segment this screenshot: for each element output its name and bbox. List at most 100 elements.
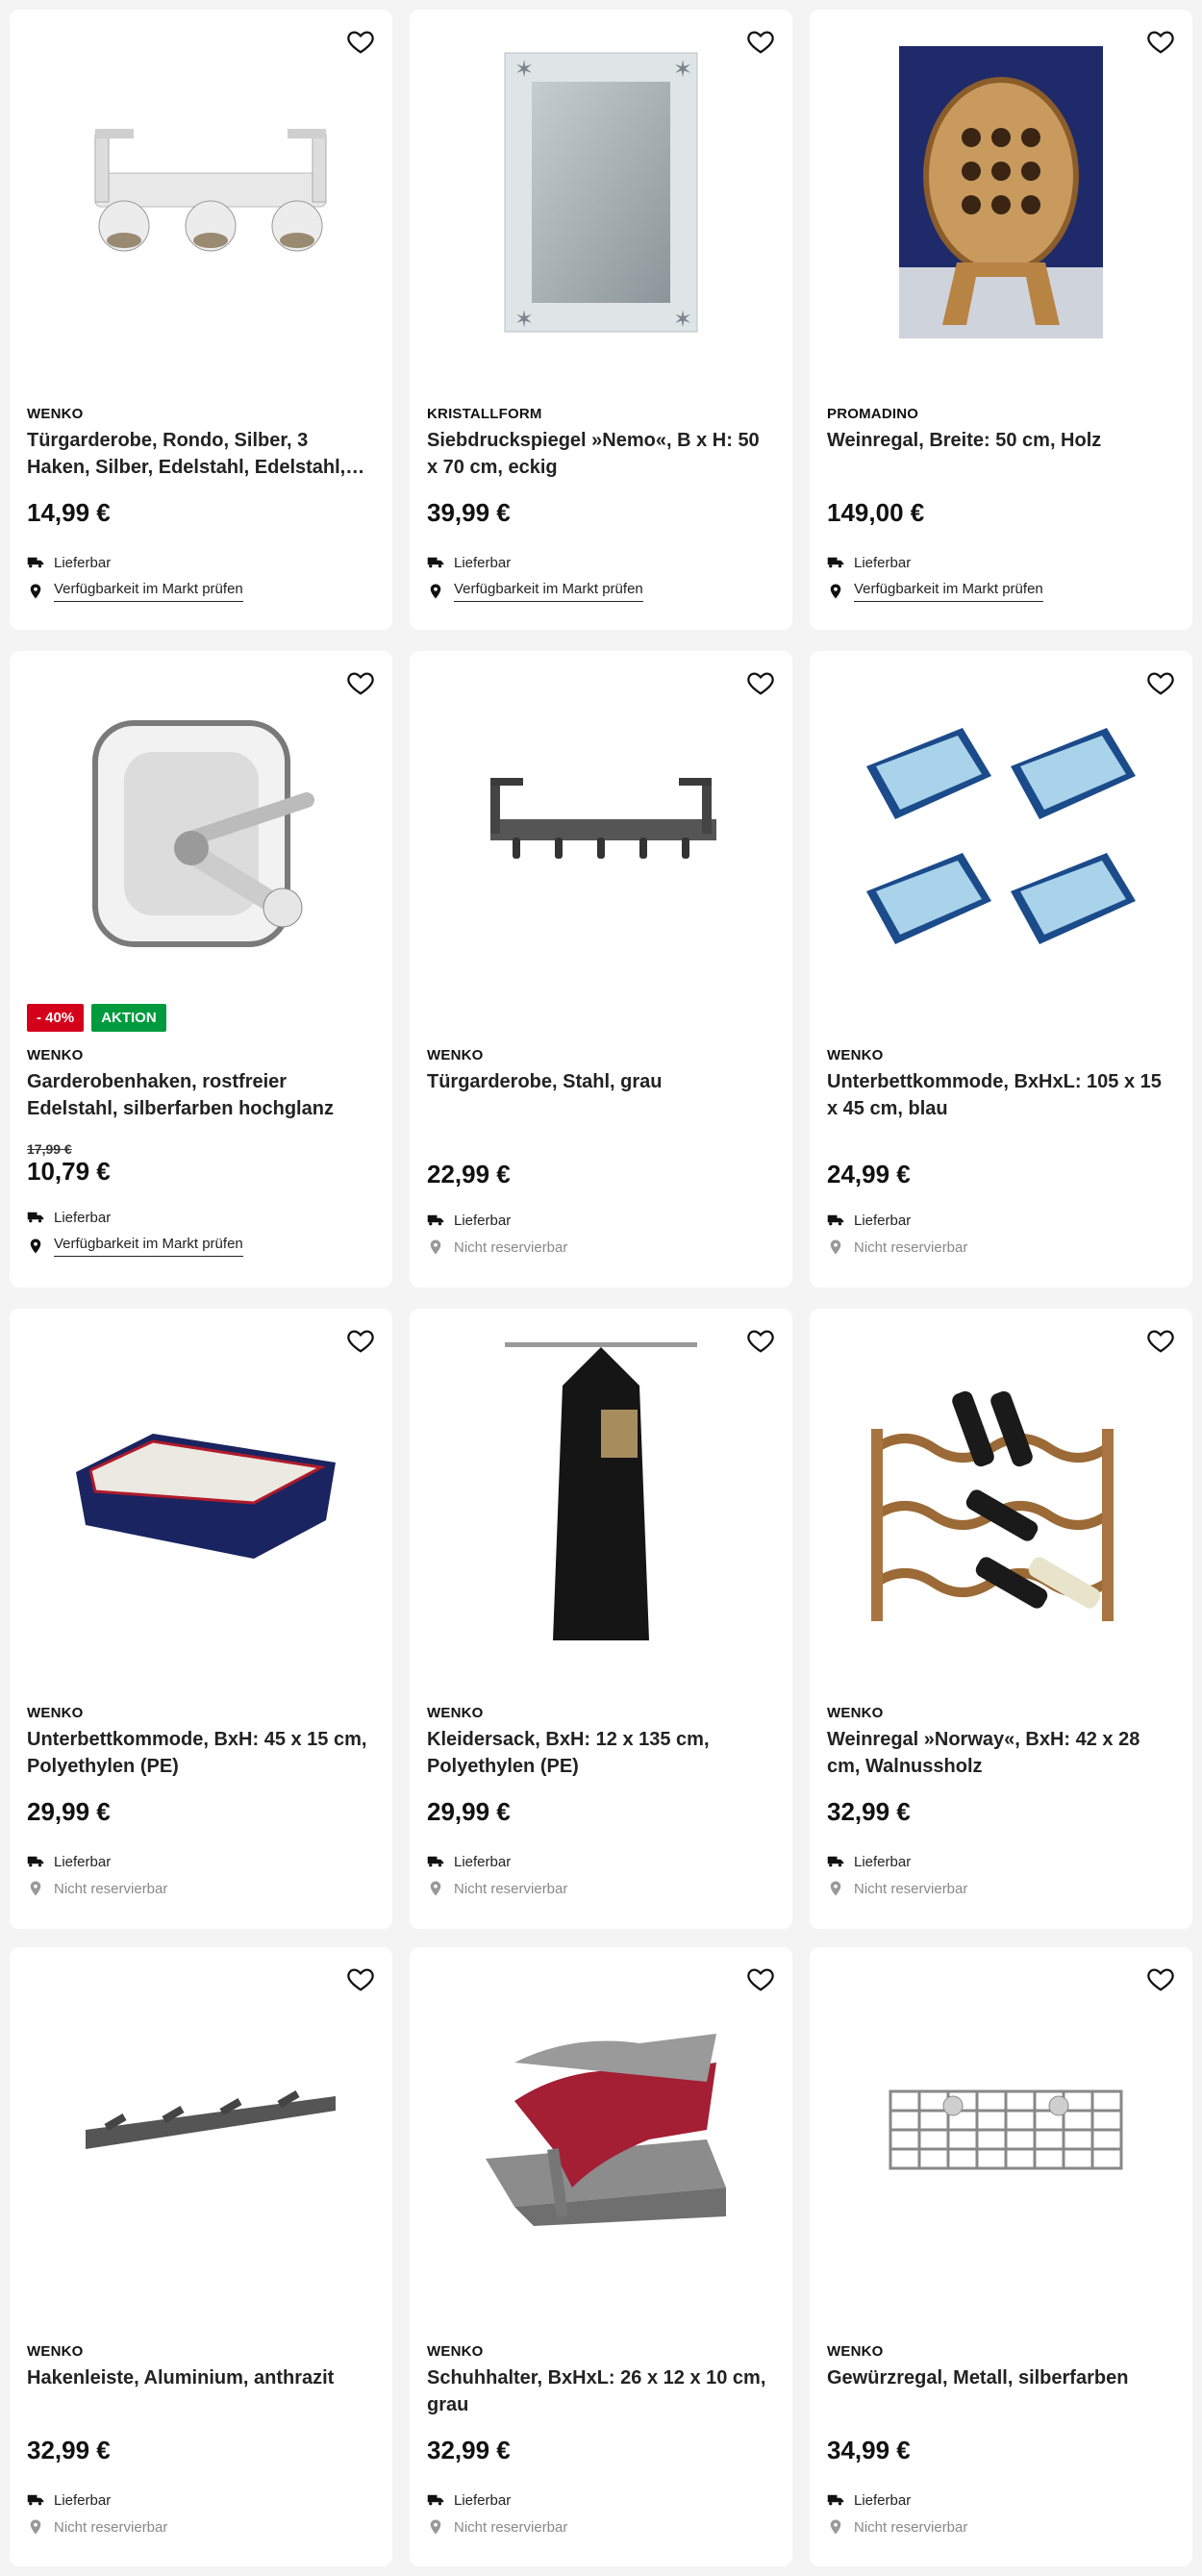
location-pin-icon (830, 1239, 841, 1255)
delivery-label: Lieferbar (454, 1853, 512, 1870)
delivery-info: Lieferbar (827, 2491, 911, 2509)
store-availability: Nicht reservierbar (427, 1880, 567, 1897)
store-availability: Nicht reservierbar (27, 2518, 167, 2536)
product-card[interactable]: PROMADINO Weinregal, Breite: 50 cm, Holz… (810, 10, 1192, 630)
product-image[interactable] (410, 1309, 792, 1674)
product-card[interactable]: WENKO Unterbettkommode, BxHxL: 105 x 15 … (810, 651, 1192, 1288)
svg-text:✶: ✶ (673, 307, 692, 333)
store-availability[interactable]: Verfügbarkeit im Markt prüfen (27, 1236, 243, 1257)
check-store-link[interactable]: Verfügbarkeit im Markt prüfen (54, 1236, 243, 1257)
truck-icon (827, 557, 844, 568)
product-brand: WENKO (27, 2343, 84, 2360)
truck-icon (27, 2494, 44, 2506)
store-availability: Nicht reservierbar (427, 1238, 567, 1256)
location-pin-icon (30, 584, 41, 599)
product-price: 14,99 € (27, 498, 111, 527)
delivery-info: Lieferbar (27, 1853, 111, 1870)
product-price: 34,99 € (827, 2436, 911, 2464)
product-brand: WENKO (827, 1047, 884, 1063)
product-image[interactable] (10, 651, 392, 1016)
product-brand: WENKO (827, 2343, 884, 2360)
product-card[interactable]: WENKO Türgarderobe, Rondo, Silber, 3 Hak… (10, 10, 392, 630)
location-pin-icon (430, 2519, 441, 2535)
delivery-label: Lieferbar (54, 1853, 112, 1870)
product-title[interactable]: Gewürzregal, Metall, silberfarben (827, 2364, 1175, 2391)
product-title[interactable]: Türgarderobe, Stahl, grau (427, 1068, 775, 1095)
location-pin-icon (430, 584, 441, 599)
product-card[interactable]: WENKO Kleidersack, BxH: 12 x 135 cm, Pol… (410, 1309, 792, 1929)
check-store-link[interactable]: Verfügbarkeit im Markt prüfen (454, 581, 643, 602)
truck-icon (27, 557, 44, 568)
product-card[interactable]: WENKO Unterbettkommode, BxH: 45 x 15 cm,… (10, 1309, 392, 1929)
store-availability: Nicht reservierbar (827, 1238, 967, 1256)
delivery-info: Lieferbar (27, 2491, 111, 2509)
truck-icon (427, 2494, 444, 2506)
product-card[interactable]: WENKO Weinregal »Norway«, BxH: 42 x 28 c… (810, 1309, 1192, 1929)
store-availability[interactable]: Verfügbarkeit im Markt prüfen (427, 581, 643, 602)
svg-text:✶: ✶ (673, 57, 692, 83)
product-image[interactable] (810, 10, 1192, 375)
product-price: 29,99 € (427, 1797, 511, 1826)
store-availability: Nicht reservierbar (827, 2518, 967, 2536)
product-title[interactable]: Unterbettkommode, BxH: 45 x 15 cm, Polye… (27, 1726, 375, 1780)
product-title[interactable]: Weinregal »Norway«, BxH: 42 x 28 cm, Wal… (827, 1726, 1175, 1780)
product-title[interactable]: Hakenleiste, Aluminium, anthrazit (27, 2364, 375, 2391)
location-pin-icon (30, 1881, 41, 1896)
product-brand: WENKO (427, 1705, 484, 1721)
delivery-label: Lieferbar (54, 2491, 112, 2509)
product-card[interactable]: WENKO Schuhhalter, BxHxL: 26 x 12 x 10 c… (410, 1947, 792, 2566)
delivery-label: Lieferbar (54, 554, 112, 571)
product-image[interactable] (410, 1947, 792, 2313)
check-store-link[interactable]: Verfügbarkeit im Markt prüfen (854, 581, 1043, 602)
store-availability: Nicht reservierbar (27, 1880, 167, 1897)
svg-text:✶: ✶ (514, 57, 534, 83)
location-pin-icon (830, 584, 841, 599)
location-pin-icon (830, 2519, 841, 2535)
product-card[interactable]: WENKO Gewürzregal, Metall, silberfarben … (810, 1947, 1192, 2566)
store-availability[interactable]: Verfügbarkeit im Markt prüfen (827, 581, 1043, 602)
product-price: 32,99 € (827, 1797, 911, 1826)
product-image[interactable] (10, 10, 392, 375)
not-reservable-label: Nicht reservierbar (854, 1238, 968, 1256)
delivery-info: Lieferbar (827, 1853, 911, 1870)
truck-icon (427, 1856, 444, 1867)
product-image[interactable] (810, 1309, 1192, 1674)
product-price: 39,99 € (427, 498, 511, 527)
truck-icon (827, 2494, 844, 2506)
product-title[interactable]: Kleidersack, BxH: 12 x 135 cm, Polyethyl… (427, 1726, 775, 1780)
product-brand: WENKO (27, 1705, 84, 1721)
product-title[interactable]: Unterbettkommode, BxHxL: 105 x 15 x 45 c… (827, 1068, 1175, 1122)
product-grid: WENKO Türgarderobe, Rondo, Silber, 3 Hak… (0, 0, 1202, 2576)
product-card[interactable]: ✶ ✶ ✶ ✶ KRISTALLFORM Siebdruckspiegel »N… (410, 10, 792, 630)
product-image[interactable] (10, 1309, 392, 1674)
delivery-info: Lieferbar (427, 554, 511, 571)
product-image[interactable] (810, 651, 1192, 1016)
product-card[interactable]: WENKO Hakenleiste, Aluminium, anthrazit … (10, 1947, 392, 2566)
product-price: 32,99 € (427, 2436, 511, 2464)
product-card[interactable]: WENKO Türgarderobe, Stahl, grau 22,99 € … (410, 651, 792, 1288)
product-title[interactable]: Schuhhalter, BxHxL: 26 x 12 x 10 cm, gra… (427, 2364, 775, 2418)
svg-text:✶: ✶ (514, 307, 534, 333)
product-price: 32,99 € (27, 2436, 111, 2464)
product-image[interactable]: ✶ ✶ ✶ ✶ (410, 10, 792, 375)
product-title[interactable]: Weinregal, Breite: 50 cm, Holz (827, 427, 1175, 454)
product-title[interactable]: Garderobenhaken, rostfreier Edelstahl, s… (27, 1068, 375, 1122)
not-reservable-label: Nicht reservierbar (454, 1238, 568, 1256)
product-card[interactable]: - 40% AKTION WENKO Garderobenhaken, rost… (10, 651, 392, 1288)
truck-icon (27, 1856, 44, 1867)
truck-icon (427, 557, 444, 568)
location-pin-icon (830, 1881, 841, 1896)
product-image[interactable] (810, 1947, 1192, 2313)
product-price: 24,99 € (827, 1160, 911, 1188)
product-title[interactable]: Türgarderobe, Rondo, Silber, 3 Haken, Si… (27, 427, 375, 481)
check-store-link[interactable]: Verfügbarkeit im Markt prüfen (54, 581, 243, 602)
product-brand: WENKO (827, 1705, 884, 1721)
product-image[interactable] (410, 651, 792, 1016)
delivery-info: Lieferbar (827, 1212, 911, 1229)
store-availability: Nicht reservierbar (427, 2518, 567, 2536)
store-availability[interactable]: Verfügbarkeit im Markt prüfen (27, 581, 243, 602)
delivery-info: Lieferbar (827, 554, 911, 571)
store-availability: Nicht reservierbar (827, 1880, 967, 1897)
product-title[interactable]: Siebdruckspiegel »Nemo«, B x H: 50 x 70 … (427, 427, 775, 481)
product-image[interactable] (10, 1947, 392, 2313)
